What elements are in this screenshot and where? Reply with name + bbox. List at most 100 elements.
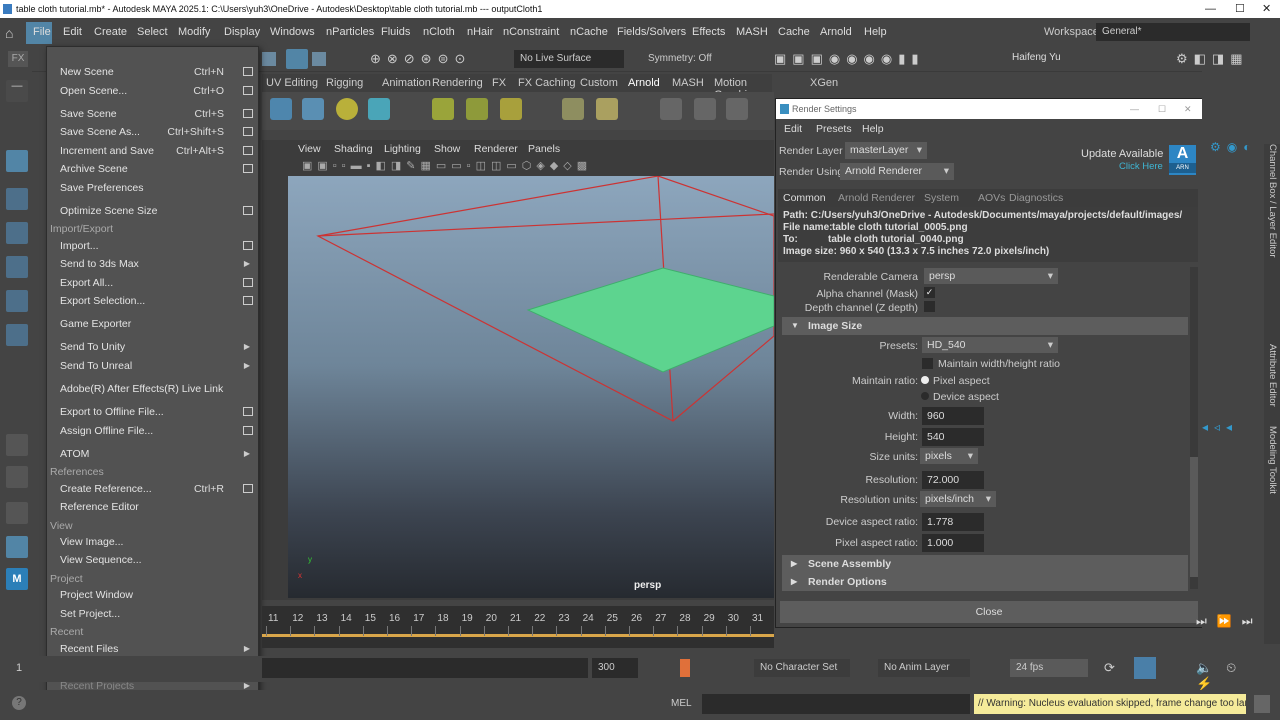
menu-display[interactable]: Display [224,26,260,38]
viewport-menu-panels[interactable]: Panels [528,143,560,155]
fps-dropdown[interactable]: 24 fps [1010,659,1088,677]
minimize-button[interactable]: — [1130,99,1139,119]
option-box-icon[interactable] [243,407,253,416]
rs-menu-edit[interactable]: Edit [784,123,802,135]
snap-icons[interactable]: ⊕⊗⊘⊛⊜⊙ [370,51,500,67]
attribute-editor-tab[interactable]: Attribute Editor [1267,344,1278,407]
menu-edit[interactable]: Edit [63,26,82,38]
ipr-icon[interactable] [694,98,716,120]
layer-icons[interactable]: ◂◃◂ [1202,420,1262,434]
render-using-dropdown[interactable]: Arnold Renderer [840,163,954,180]
shelf-tab-uv-editing[interactable]: UV Editing [266,77,318,89]
file-menu-item-send-to-unity[interactable]: Send To Unity ▶ [47,338,258,356]
height-field[interactable]: 540 [922,428,984,446]
cache-icon[interactable] [368,98,390,120]
render-icons[interactable]: ▣▣▣◉◉◉◉▮▮ [774,51,964,67]
character-set-dropdown[interactable]: No Character Set [754,659,850,677]
modeling-toolkit-tab[interactable]: Modeling Toolkit [1267,426,1278,494]
range-start-field[interactable]: 1 [16,662,22,674]
file-menu-item-view-sequence[interactable]: View Sequence... [47,551,258,569]
move-tool-icon[interactable] [6,256,28,278]
viewport-menu-show[interactable]: Show [434,143,460,155]
layout-four-icon[interactable] [6,466,28,488]
file-menu-item-save-scene-as[interactable]: Save Scene As... Ctrl+Shift+S [47,123,258,141]
select-hierarchy-icon[interactable] [262,52,276,66]
layout-single-icon[interactable] [6,434,28,456]
option-box-icon[interactable] [243,205,253,215]
menuset-selector[interactable]: FX [8,51,28,67]
file-menu-item-open-scene[interactable]: Open Scene... Ctrl+O [47,82,258,100]
option-box-icon[interactable] [243,108,253,118]
select-tool-icon[interactable] [6,150,28,172]
audio-prefs-icons[interactable]: 🔈⏲⚡ [1196,660,1280,692]
tab-aovs[interactable]: AOVs [978,192,1005,204]
option-box-icon[interactable] [243,483,253,493]
viewport-persp[interactable]: x y persp [288,176,774,598]
range-slider-bar[interactable] [262,658,588,678]
range-end-field[interactable]: 300 [592,658,638,678]
playblast-icon[interactable] [726,98,748,120]
tab-arnold-renderer[interactable]: Arnold Renderer [838,192,915,204]
file-menu-item-save-preferences[interactable]: Save Preferences [47,179,258,197]
scale-tool-icon[interactable] [6,324,28,346]
device-aspect-ratio-field[interactable]: 1.778 [922,513,984,531]
file-menu-item-project-window[interactable]: Project Window [47,586,258,604]
image-size-section[interactable]: ▼ Image Size [782,317,1188,335]
checker-icon[interactable] [432,98,454,120]
viewport-menu-lighting[interactable]: Lighting [384,143,421,155]
menu-effects[interactable]: Effects [692,26,725,38]
file-menu-item-send-to-unreal[interactable]: Send To Unreal ▶ [47,357,258,375]
render-options-section[interactable]: ▶ Render Options [782,573,1188,591]
option-box-icon[interactable] [243,145,253,155]
menu-windows[interactable]: Windows [270,26,315,38]
menu-ncloth[interactable]: nCloth [423,26,455,38]
menu-nhair[interactable]: nHair [467,26,493,38]
menu-arnold[interactable]: Arnold [820,26,852,38]
checker-tool-icon[interactable] [466,98,488,120]
file-menu-item-adobe-r-after-effects-r-live-link[interactable]: Adobe(R) After Effects(R) Live Link [47,380,258,398]
file-menu-item-optimize-scene-size[interactable]: Optimize Scene Size [47,202,258,220]
shelf-tab-animation[interactable]: Animation [382,77,431,89]
menu-help[interactable]: Help [864,26,887,38]
shelf-tab-xgen[interactable]: XGen [810,77,838,89]
shelf-tab-fx-caching[interactable]: FX Caching [518,77,575,89]
rs-menu-help[interactable]: Help [862,123,884,135]
option-box-icon[interactable] [243,240,253,250]
file-menu-item-assign-offline-file[interactable]: Assign Offline File... [47,422,258,440]
option-box-icon[interactable] [243,277,253,287]
presets-dropdown[interactable]: HD_540 [922,337,1058,354]
tab-diagnostics[interactable]: Diagnostics [1009,192,1063,204]
option-box-icon[interactable] [243,425,253,435]
shelf-tab-custom[interactable]: Custom [580,77,618,89]
pixel-aspect-radio[interactable] [921,376,929,384]
bookmark-icon[interactable] [680,659,690,677]
scene-assembly-section[interactable]: ▶ Scene Assembly [782,555,1188,573]
file-menu-item-create-reference[interactable]: Create Reference... Ctrl+R [47,480,258,498]
script-editor-icon[interactable] [1254,695,1270,713]
alpha-channel-checkbox[interactable]: ✓ [924,287,935,298]
anim-layer-dropdown[interactable]: No Anim Layer [878,659,970,677]
file-menu-item-export-selection[interactable]: Export Selection... [47,292,258,310]
symmetry-dropdown[interactable]: Symmetry: Off [642,50,732,68]
panel-toggle-icons[interactable]: ⚙◧◨▦ [1176,51,1276,67]
create-passive-collider-icon[interactable] [270,98,292,120]
shader-icon[interactable] [562,98,584,120]
pixel-aspect-ratio-field[interactable]: 1.000 [922,534,984,552]
user-account[interactable]: Haifeng Yu [1006,49,1114,67]
shelf-tab-arnold[interactable]: Arnold [628,77,660,89]
maximize-button[interactable]: ☐ [1235,0,1245,18]
select-tool-button[interactable] [286,49,308,69]
maintain-wh-checkbox[interactable] [922,358,933,369]
close-window-button[interactable]: ✕ [1262,0,1271,18]
file-menu-item-export-all[interactable]: Export All... [47,274,258,292]
shelf-tab-rigging[interactable]: Rigging [326,77,363,89]
click-here-link[interactable]: Click Here [1119,161,1163,172]
device-aspect-radio[interactable] [921,392,929,400]
constraint-icon[interactable] [336,98,358,120]
loop-icon[interactable]: ⟳ [1104,660,1115,676]
home-icon[interactable]: ⌂ [5,25,13,41]
file-menu-item-view-image[interactable]: View Image... [47,533,258,551]
script-language-toggle[interactable]: MEL [671,698,692,709]
file-menu-item-archive-scene[interactable]: Archive Scene [47,160,258,178]
cache-toggle-icon[interactable] [1134,657,1156,679]
